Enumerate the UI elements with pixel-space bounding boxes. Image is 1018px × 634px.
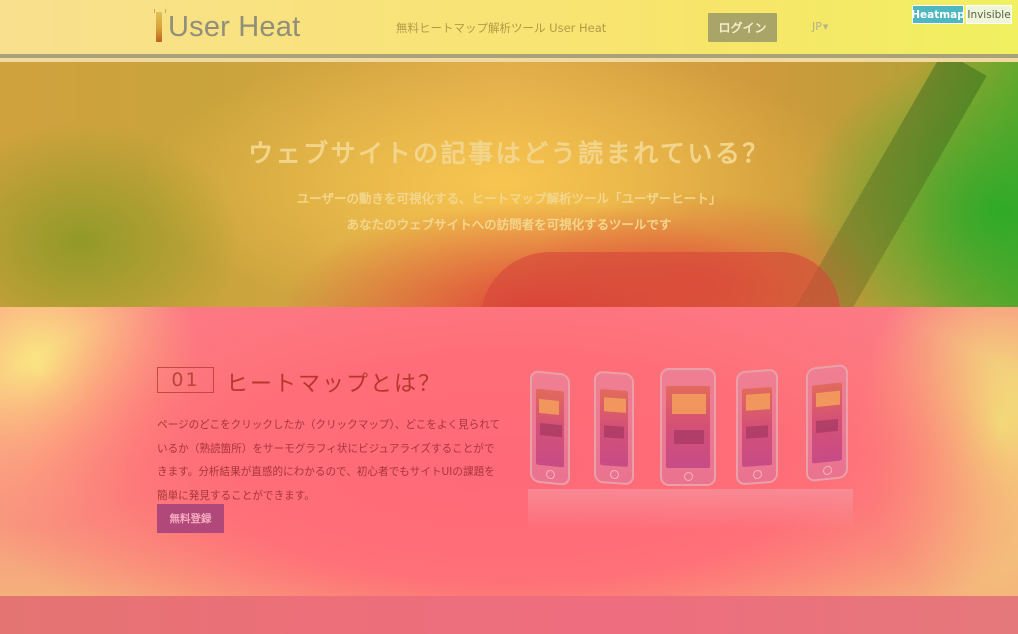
hero-background-hand (480, 252, 840, 307)
phone-image (660, 368, 716, 486)
phone-image (594, 370, 634, 486)
logo[interactable]: User Heat (154, 9, 301, 44)
section-number: 01 (157, 367, 214, 393)
hero-title: ウェブサイトの記事はどう読まれている？ (248, 139, 770, 168)
heatmap-toggle-button[interactable]: Heatmap (911, 5, 965, 24)
next-section-band (0, 596, 1018, 634)
thermometer-icon (154, 9, 166, 42)
phones-reflection (528, 489, 853, 529)
hero-section: ウェブサイトの記事はどう読まれている？ ユーザーの動きを可視化する、ヒートマップ… (0, 62, 1018, 307)
invisible-toggle-button[interactable]: Invisible (966, 5, 1012, 24)
language-label: JP (812, 20, 822, 33)
heatmap-view-toggle: Heatmap Invisible (911, 5, 1012, 24)
caret-down-icon: ▼ (822, 23, 829, 31)
hero-subtitle-line1: ユーザーの動きを可視化する、ヒートマップ解析ツール「ユーザーヒート」 (296, 191, 722, 206)
login-button[interactable]: ログイン (708, 13, 777, 42)
phone-image (530, 369, 570, 487)
section-title: ヒートマップとは？ (226, 372, 443, 397)
phone-image (806, 363, 848, 483)
header-tagline: 無料ヒートマップ解析ツール User Heat (396, 21, 607, 35)
site-header: User Heat 無料ヒートマップ解析ツール User Heat ログイン J… (0, 0, 1018, 58)
language-selector[interactable]: JP▼ (812, 20, 828, 33)
section-description: ページのどこをクリックしたか（クリックマップ）、どこをよく見られているか（熟読箇… (157, 419, 501, 502)
free-signup-button[interactable]: 無料登録 (157, 504, 224, 533)
logo-text: User Heat (168, 10, 301, 43)
hero-subtitle-line2: あなたのウェブサイトへの訪問者を可視化するツールです (346, 217, 672, 232)
feature-section: 01 ヒートマップとは？ ページのどこをクリックしたか（クリックマップ）、どこを… (0, 307, 1018, 596)
phone-image (736, 368, 778, 486)
phones-illustration (528, 362, 853, 532)
